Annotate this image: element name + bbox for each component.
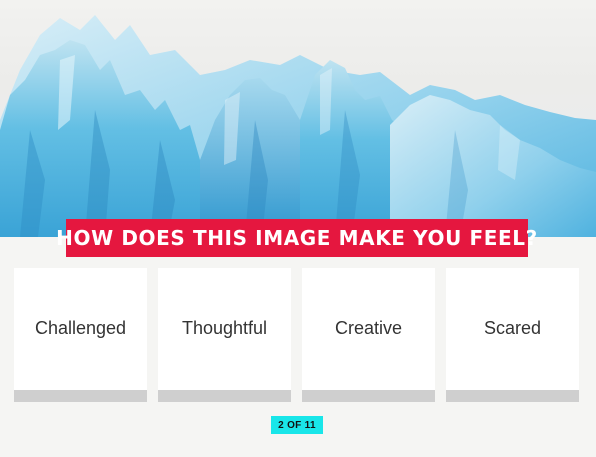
question-text: HOW DOES THIS IMAGE MAKE YOU FEEL? <box>56 226 538 250</box>
option-label: Scared <box>483 318 542 338</box>
option-label: Creative <box>334 318 403 338</box>
option-creative[interactable]: Creative <box>302 268 435 402</box>
option-bar <box>158 390 291 402</box>
option-label: Challenged <box>34 318 127 338</box>
question-banner: HOW DOES THIS IMAGE MAKE YOU FEEL? <box>56 219 537 257</box>
option-thoughtful[interactable]: Thoughtful <box>158 268 291 402</box>
option-bar <box>446 390 579 402</box>
glacier-image <box>0 0 596 237</box>
progress-badge: 2 OF 11 <box>271 416 323 434</box>
option-bar <box>302 390 435 402</box>
glacier-illustration <box>0 15 596 237</box>
option-challenged[interactable]: Challenged <box>14 268 147 402</box>
progress-text: 2 OF 11 <box>278 419 316 431</box>
option-bar <box>14 390 147 402</box>
answer-options: Challenged Thoughtful Creative Scared <box>14 268 582 402</box>
option-label: Thoughtful <box>181 318 268 338</box>
option-scared[interactable]: Scared <box>446 268 579 402</box>
